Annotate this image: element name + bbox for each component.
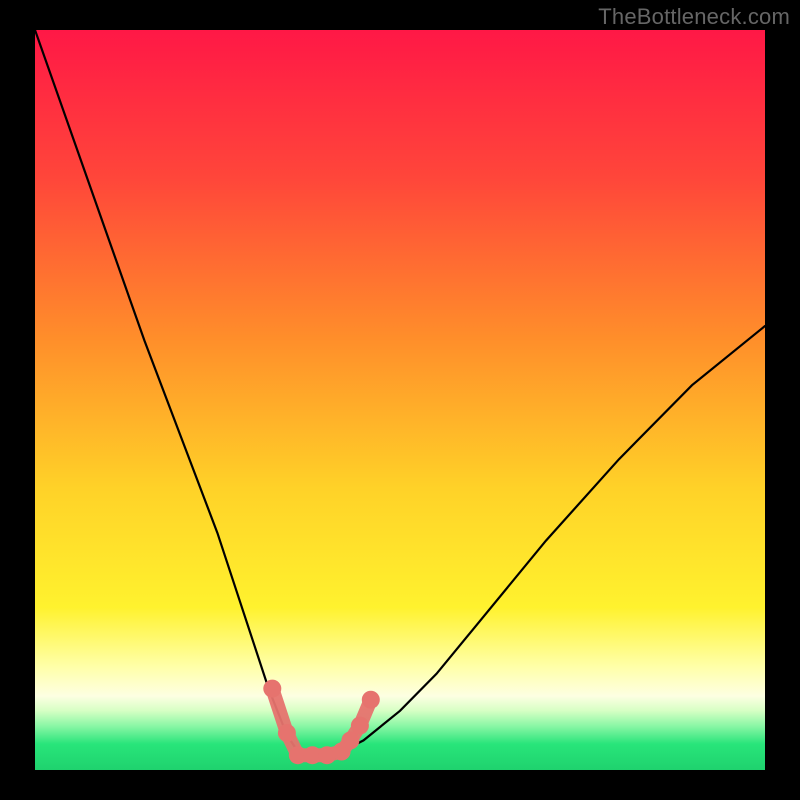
marker-dot [351, 717, 369, 735]
chart-frame: TheBottleneck.com [0, 0, 800, 800]
marker-dot [263, 680, 281, 698]
watermark-text: TheBottleneck.com [598, 4, 790, 30]
bottleneck-chart [0, 0, 800, 800]
marker-dot [362, 691, 380, 709]
frame-bottom [0, 770, 800, 800]
frame-right [765, 0, 800, 800]
plot-gradient [35, 30, 765, 770]
marker-dot [341, 731, 359, 749]
marker-dot [278, 724, 296, 742]
frame-left [0, 0, 35, 800]
